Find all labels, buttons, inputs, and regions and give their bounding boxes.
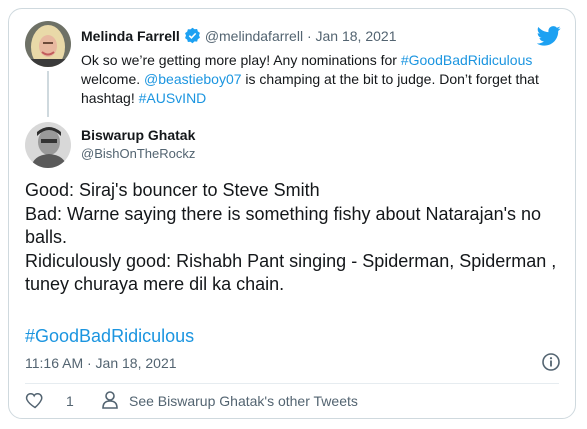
like-count[interactable]: 1 bbox=[66, 393, 74, 409]
parent-text-mid: welcome. bbox=[81, 71, 145, 87]
tweet-line-good: Good: Siraj's bouncer to Steve Smith bbox=[25, 180, 320, 200]
thread-connector-line bbox=[47, 71, 49, 117]
mention-link[interactable]: @beastieboy07 bbox=[144, 71, 242, 87]
heart-icon[interactable] bbox=[25, 390, 45, 413]
parent-author-handle[interactable]: @melindafarrell bbox=[205, 28, 303, 44]
actions-divider bbox=[25, 383, 559, 384]
author-handle[interactable]: @BishOnTheRockz bbox=[81, 146, 195, 161]
tweet-text: Good: Siraj's bouncer to Steve Smith Bad… bbox=[25, 179, 565, 297]
twitter-bird-icon[interactable] bbox=[536, 25, 561, 47]
parent-tweet-header: Melinda Farrell @melindafarrell · Jan 18,… bbox=[81, 27, 396, 47]
tweet-line-ridiculous: Ridiculously good: Rishabh Pant singing … bbox=[25, 250, 557, 295]
parent-tweet-text: Ok so we’re getting more play! Any nomin… bbox=[81, 51, 551, 108]
verified-badge-icon bbox=[184, 27, 201, 47]
tweet-hashtag-link[interactable]: #GoodBadRidiculous bbox=[25, 326, 194, 347]
other-tweets-link[interactable]: See Biswarup Ghatak's other Tweets bbox=[129, 393, 358, 409]
parent-text-intro: Ok so we’re getting more play! Any nomin… bbox=[81, 52, 401, 68]
hashtag-link-ausvind[interactable]: #AUSvIND bbox=[139, 90, 207, 106]
author-name[interactable]: Biswarup Ghatak bbox=[81, 127, 195, 143]
embedded-tweet-card: Melinda Farrell @melindafarrell · Jan 18,… bbox=[8, 8, 576, 419]
info-icon[interactable] bbox=[541, 352, 561, 372]
parent-tweet-date[interactable]: Jan 18, 2021 bbox=[316, 28, 397, 44]
parent-author-name[interactable]: Melinda Farrell bbox=[81, 28, 180, 44]
person-icon bbox=[101, 390, 119, 413]
parent-author-avatar[interactable] bbox=[25, 21, 71, 67]
hashtag-link[interactable]: #GoodBadRidiculous bbox=[401, 52, 533, 68]
header-separator: · bbox=[306, 28, 312, 44]
tweet-line-bad: Bad: Warne saying there is something fis… bbox=[25, 203, 542, 248]
author-avatar[interactable] bbox=[25, 122, 71, 168]
tweet-timestamp[interactable]: 11:16 AM · Jan 18, 2021 bbox=[25, 355, 177, 371]
